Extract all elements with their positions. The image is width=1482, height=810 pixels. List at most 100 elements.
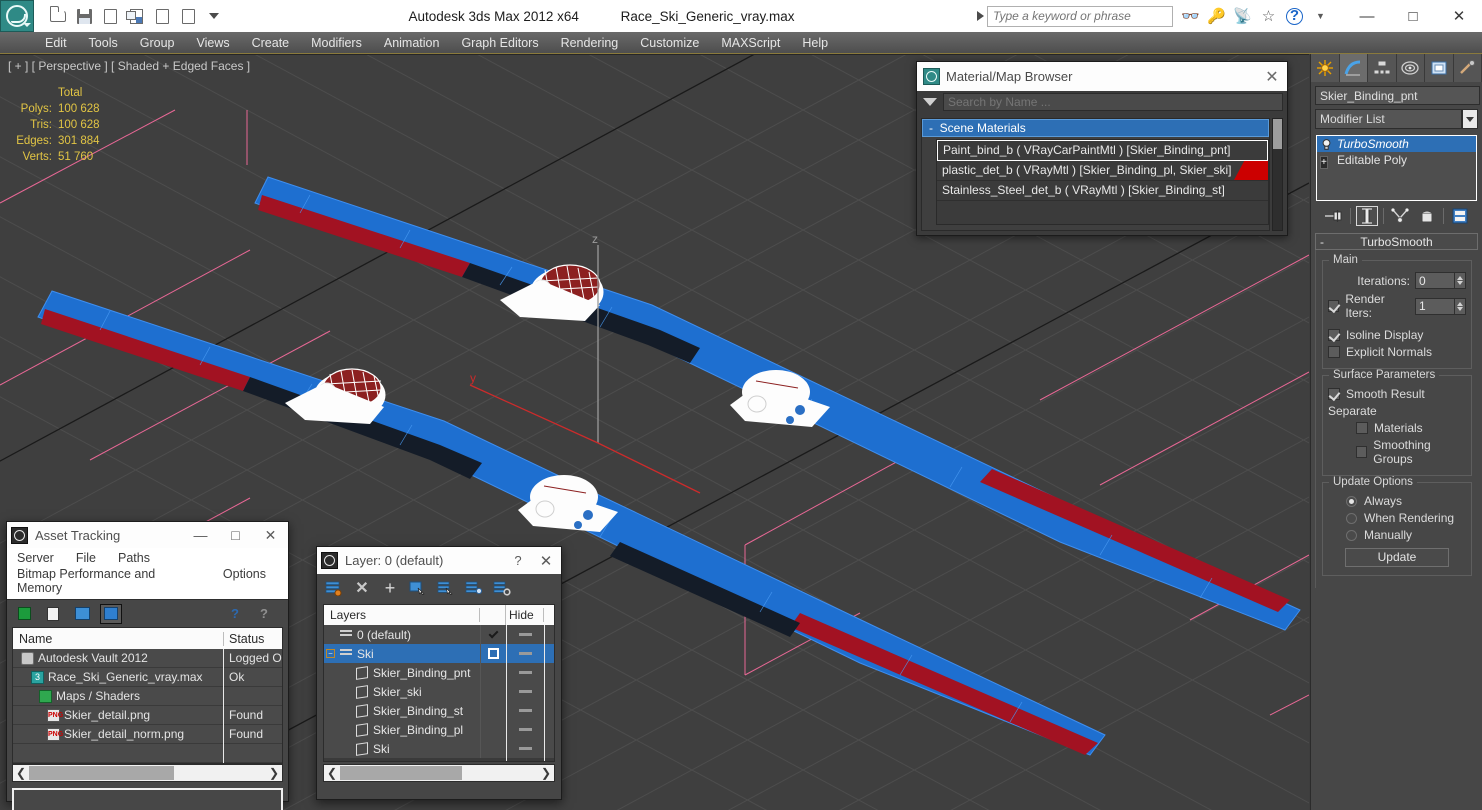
scrollbar-thumb[interactable] [1273, 119, 1282, 149]
separate-smoothing-groups-checkbox[interactable] [1356, 446, 1368, 458]
redo-page-icon[interactable] [176, 4, 200, 28]
modifier-stack-item-editable-poly[interactable]: + Editable Poly [1317, 152, 1476, 169]
table-row[interactable]: PNG Skier_detail_norm.png Found [13, 724, 282, 744]
layer-hide-cell[interactable] [506, 682, 544, 701]
turbosmooth-rollout-header[interactable]: - TurboSmooth [1315, 233, 1478, 250]
scrollbar-track[interactable] [29, 766, 266, 780]
menu-item-maxscript[interactable]: MAXScript [710, 33, 791, 53]
table-row[interactable]: Autodesk Vault 2012 Logged O [13, 648, 282, 668]
isoline-display-checkbox[interactable] [1328, 329, 1340, 341]
details-icon[interactable] [71, 604, 93, 624]
update-button[interactable]: Update [1345, 548, 1449, 567]
asset-menu-paths[interactable]: Paths [118, 551, 150, 565]
highlight-selected-icon[interactable] [465, 579, 483, 597]
binoculars-icon[interactable]: 👓 [1181, 7, 1200, 26]
close-button[interactable]: ✕ [1436, 0, 1482, 32]
add-layer-icon[interactable]: + [381, 578, 399, 598]
viewport-label[interactable]: [ + ] [ Perspective ] [ Shaded + Edged F… [8, 59, 250, 73]
scroll-left-icon[interactable]: ❮ [324, 766, 340, 780]
menu-item-rendering[interactable]: Rendering [550, 33, 630, 53]
smooth-result-checkbox[interactable] [1328, 388, 1340, 400]
iterations-arrows[interactable] [1455, 272, 1466, 289]
layer-hide-cell[interactable] [506, 701, 544, 720]
remove-modifier-icon[interactable] [1416, 206, 1438, 226]
column-header-layers[interactable]: Layers [324, 608, 480, 622]
asset-tracking-close-button[interactable]: ✕ [253, 527, 288, 544]
app-logo-icon[interactable] [0, 0, 34, 32]
update-when-rendering-radio[interactable] [1346, 512, 1357, 524]
scroll-left-icon[interactable]: ❮ [13, 766, 29, 780]
modifier-stack-item-turbosmooth[interactable]: TurboSmooth [1317, 136, 1476, 152]
layer-hide-cell[interactable] [506, 625, 544, 644]
layer-dialog-help-icon[interactable]: ? [505, 553, 531, 568]
separate-materials-row[interactable]: Materials [1328, 421, 1466, 435]
help-icon[interactable]: ? [1285, 7, 1304, 26]
modifier-list-chevron-down-icon[interactable] [1462, 109, 1478, 129]
layer-row-ski[interactable]: − Ski [324, 644, 554, 663]
new-scene-icon[interactable] [98, 4, 122, 28]
set-project-icon[interactable] [124, 4, 148, 28]
star-icon[interactable]: ☆ [1259, 7, 1278, 26]
key-icon[interactable]: 🔑 [1207, 7, 1226, 26]
section-toggle-minus[interactable]: - [929, 121, 933, 135]
chevron-down-icon[interactable] [923, 98, 937, 106]
column-header-current[interactable] [480, 605, 506, 625]
layer-hide-cell[interactable] [506, 720, 544, 739]
layer-hide-cell[interactable] [506, 663, 544, 682]
asset-tracking-horizontal-scrollbar[interactable]: ❮ ❯ [12, 764, 283, 782]
isoline-display-row[interactable]: Isoline Display [1328, 328, 1466, 342]
menu-item-create[interactable]: Create [241, 33, 301, 53]
satellite-icon[interactable]: 📡 [1233, 7, 1252, 26]
configure-sets-icon[interactable] [1449, 206, 1471, 226]
expand-plus-icon[interactable]: + [1320, 154, 1333, 169]
layer-object-row[interactable]: Skier_Binding_pnt [324, 663, 554, 682]
list-view-icon[interactable] [42, 604, 64, 624]
update-manually-row[interactable]: Manually [1328, 528, 1466, 542]
pin-stack-icon[interactable] [1323, 206, 1345, 226]
menu-item-modifiers[interactable]: Modifiers [300, 33, 373, 53]
scroll-right-icon[interactable]: ❯ [266, 766, 282, 780]
asset-menu-bitmap-performance[interactable]: Bitmap Performance and Memory [17, 567, 201, 595]
material-map-browser-dialog[interactable]: Material/Map Browser ✕ - Scene Materials… [916, 61, 1288, 236]
help-dropdown-icon[interactable]: ▼ [1311, 7, 1330, 26]
material-search-input[interactable] [943, 93, 1283, 111]
column-header-name[interactable]: Name [13, 631, 224, 646]
help-gray-icon[interactable]: ? [253, 604, 275, 624]
asset-tracking-minimize-button[interactable]: — [183, 527, 218, 543]
update-when-rendering-row[interactable]: When Rendering [1328, 511, 1466, 525]
smooth-result-row[interactable]: Smooth Result [1328, 387, 1466, 401]
rollout-toggle[interactable]: - [1320, 234, 1324, 250]
column-header-status[interactable]: Status [224, 632, 282, 646]
layer-dialog-close-icon[interactable]: ✕ [531, 552, 561, 570]
collapse-minus-icon[interactable]: − [326, 649, 335, 658]
render-iters-arrows[interactable] [1455, 297, 1466, 315]
menu-item-customize[interactable]: Customize [629, 33, 710, 53]
new-layer-icon[interactable] [325, 579, 343, 597]
grid-view-icon[interactable] [100, 603, 122, 624]
material-item-plastic-det[interactable]: plastic_det_b ( VRayMtl ) [Skier_Binding… [937, 161, 1268, 181]
utilities-tab[interactable] [1453, 54, 1482, 82]
layer-hide-cell[interactable] [506, 644, 544, 663]
layer-current-cell[interactable] [480, 682, 506, 701]
table-row[interactable]: 3 Race_Ski_Generic_vray.max Ok [13, 667, 282, 687]
modifier-list-dropdown[interactable]: Modifier List [1315, 109, 1462, 129]
create-tab[interactable] [1311, 54, 1340, 82]
lightbulb-icon[interactable] [1320, 138, 1333, 151]
separate-smoothing-groups-row[interactable]: Smoothing Groups [1328, 438, 1466, 466]
save-file-icon[interactable] [72, 4, 96, 28]
asset-menu-server[interactable]: Server [17, 551, 54, 565]
iterations-spinner[interactable] [1415, 272, 1466, 289]
layer-current-cell[interactable] [480, 701, 506, 720]
material-browser-close-icon[interactable]: ✕ [1261, 67, 1283, 87]
explicit-normals-checkbox[interactable] [1328, 346, 1340, 358]
delete-layer-icon[interactable]: ✕ [353, 579, 371, 597]
scrollbar-track[interactable] [340, 766, 538, 780]
menu-item-help[interactable]: Help [791, 33, 839, 53]
layer-object-row[interactable]: Skier_ski [324, 682, 554, 701]
undo-page-icon[interactable] [150, 4, 174, 28]
material-item-paint-bind[interactable]: Paint_bind_b ( VRayCarPaintMtl ) [Skier_… [937, 140, 1268, 161]
menu-item-views[interactable]: Views [185, 33, 240, 53]
scene-materials-header[interactable]: - Scene Materials [922, 119, 1269, 137]
make-unique-icon[interactable] [1389, 206, 1411, 226]
search-expand-icon[interactable] [977, 11, 984, 21]
